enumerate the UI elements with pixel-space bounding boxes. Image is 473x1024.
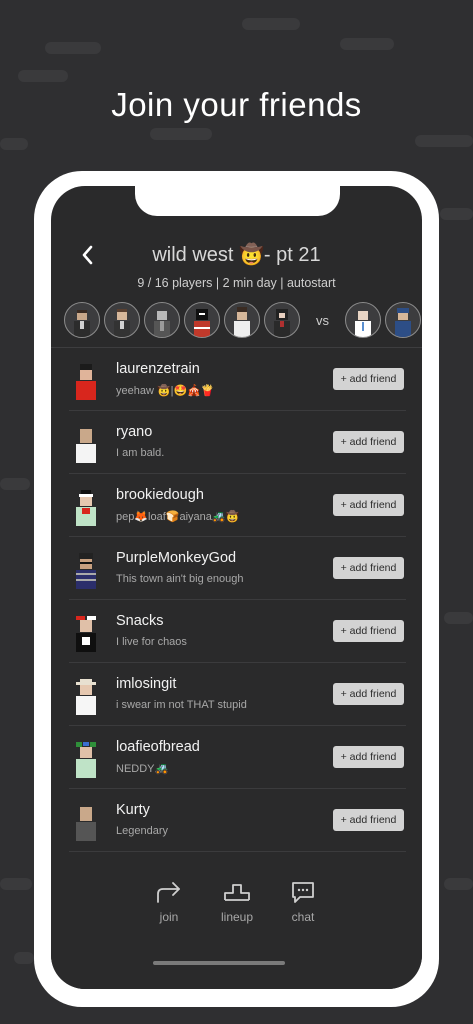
phone-frame: wild west 🤠- pt 21 9 / 16 players | 2 mi… — [34, 171, 439, 1007]
list-item: Snacks I live for chaos + add friend — [69, 600, 406, 663]
add-friend-button[interactable]: + add friend — [333, 494, 404, 516]
player-status: This town ain't big enough — [116, 573, 244, 585]
phone-screen: wild west 🤠- pt 21 9 / 16 players | 2 mi… — [51, 186, 422, 989]
player-list: laurenzetrain yeehaw 🤠|🤩🎪🍟 + add friend … — [51, 348, 422, 868]
background-dash — [444, 612, 473, 624]
player-avatar[interactable] — [104, 302, 140, 338]
player-avatar[interactable] — [264, 302, 300, 338]
list-item: Kurty Legendary + add friend — [69, 789, 406, 852]
background-dash — [150, 128, 212, 140]
player-sprite-icon — [76, 429, 96, 463]
player-name[interactable]: PurpleMonkeyGod — [116, 550, 236, 566]
list-item: PurpleMonkeyGod This town ain't big enou… — [69, 537, 406, 600]
player-avatar[interactable] — [345, 302, 381, 338]
player-status: I live for chaos — [116, 636, 187, 648]
team-avatars: vs — [64, 302, 422, 340]
nav-join-label: join — [159, 910, 179, 924]
list-item: imlosingit i swear im not THAT stupid + … — [69, 663, 406, 726]
background-dash — [0, 138, 28, 150]
list-item — [69, 852, 406, 868]
nav-join[interactable]: join — [139, 880, 199, 924]
player-name[interactable]: laurenzetrain — [116, 361, 200, 377]
player-avatar[interactable] — [184, 302, 220, 338]
nav-chat-label: chat — [291, 910, 315, 924]
player-sprite-icon — [76, 616, 96, 652]
list-item: laurenzetrain yeehaw 🤠|🤩🎪🍟 + add friend — [69, 348, 406, 411]
player-status: Legendary — [116, 825, 168, 837]
background-dash — [45, 42, 101, 54]
background-dash — [242, 18, 300, 30]
game-subtitle: 9 / 16 players | 2 min day | autostart — [137, 276, 336, 290]
nav-lineup-label: lineup — [220, 910, 254, 924]
background-dash — [14, 952, 34, 964]
chat-bubble-icon — [292, 882, 314, 903]
player-name[interactable]: Snacks — [116, 613, 164, 629]
back-arrow-icon[interactable] — [79, 244, 97, 266]
player-status: I am bald. — [116, 447, 165, 459]
player-sprite-icon — [76, 742, 96, 778]
player-sprite-icon — [76, 679, 96, 715]
bottom-nav: join lineup chat — [51, 870, 422, 989]
background-dash — [0, 478, 30, 490]
player-name[interactable]: Kurty — [116, 802, 150, 818]
background-dash — [0, 878, 32, 890]
player-status: NEDDY🚜 — [116, 763, 169, 775]
add-friend-button[interactable]: + add friend — [333, 683, 404, 705]
add-friend-button[interactable]: + add friend — [333, 809, 404, 831]
list-item: ryano I am bald. + add friend — [69, 411, 406, 474]
game-title: wild west 🤠- pt 21 — [152, 244, 321, 266]
player-name[interactable]: loafieofbread — [116, 739, 200, 755]
nav-lineup[interactable]: lineup — [207, 880, 267, 924]
add-friend-button[interactable]: + add friend — [333, 557, 404, 579]
list-item: brookiedough pep🦊loaf🍞aiyana🚜🤠 + add fri… — [69, 474, 406, 537]
player-avatar[interactable] — [385, 302, 421, 338]
background-dash — [440, 208, 473, 220]
background-dash — [18, 70, 68, 82]
player-status: yeehaw 🤠|🤩🎪🍟 — [116, 385, 215, 397]
player-avatar[interactable] — [64, 302, 100, 338]
player-sprite-icon — [76, 807, 96, 841]
add-friend-button[interactable]: + add friend — [333, 368, 404, 390]
headline: Join your friends — [111, 86, 362, 123]
podium-icon — [224, 884, 250, 901]
background-dash — [340, 38, 394, 50]
player-sprite-icon — [76, 364, 96, 400]
background-dash — [415, 135, 473, 147]
player-status: i swear im not THAT stupid — [116, 699, 247, 711]
player-sprite-icon — [76, 490, 96, 526]
player-avatar[interactable] — [144, 302, 180, 338]
add-friend-button[interactable]: + add friend — [333, 746, 404, 768]
list-item: loafieofbread NEDDY🚜 + add friend — [69, 726, 406, 789]
player-name[interactable]: brookiedough — [116, 487, 204, 503]
player-sprite-icon — [76, 553, 96, 589]
versus-label: vs — [316, 313, 329, 328]
share-arrow-icon — [157, 882, 180, 903]
player-avatar[interactable] — [224, 302, 260, 338]
nav-chat[interactable]: chat — [273, 880, 333, 924]
add-friend-button[interactable]: + add friend — [333, 431, 404, 453]
player-status: pep🦊loaf🍞aiyana🚜🤠 — [116, 511, 240, 523]
phone-notch — [135, 186, 340, 216]
player-name[interactable]: imlosingit — [116, 676, 176, 692]
player-name[interactable]: ryano — [116, 424, 152, 440]
background-dash — [444, 878, 473, 890]
home-indicator[interactable] — [153, 961, 285, 965]
add-friend-button[interactable]: + add friend — [333, 620, 404, 642]
